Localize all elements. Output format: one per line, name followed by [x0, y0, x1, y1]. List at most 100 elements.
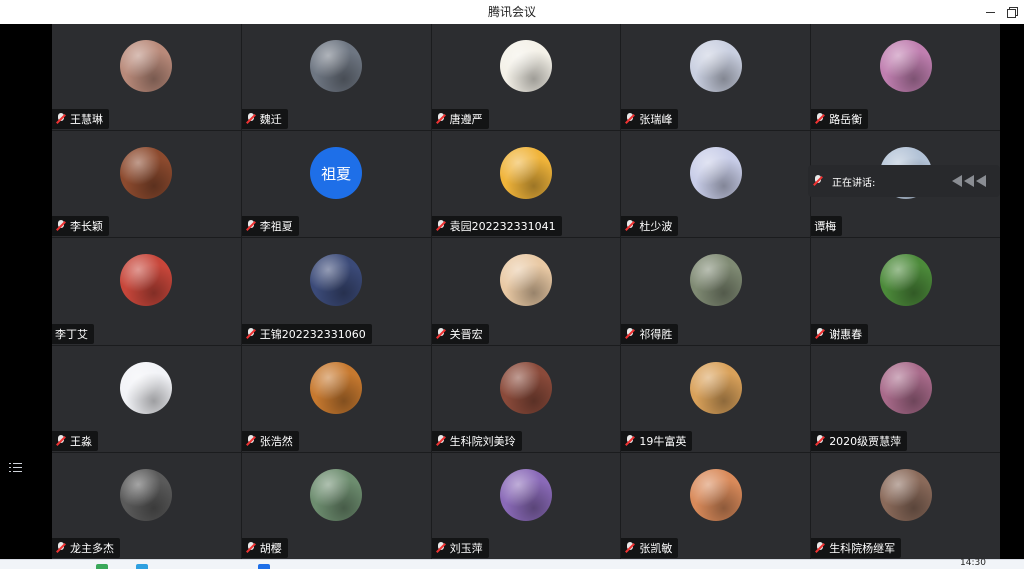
participant-tile[interactable]: 生科院杨继军 [811, 452, 1000, 559]
participant-name: 杜少波 [639, 220, 673, 234]
microphone-muted-icon [435, 112, 447, 126]
microphone-muted-icon [55, 434, 67, 448]
participant-name: 唐遵严 [449, 113, 483, 127]
participant-name: 2020级贾慧萍 [829, 434, 902, 448]
participant-avatar [310, 254, 363, 307]
participant-tile[interactable]: 路岳衡 [811, 24, 1000, 131]
participant-tile[interactable]: 胡樱 [241, 452, 431, 559]
participant-tile[interactable]: 2020级贾慧萍 [811, 345, 1000, 452]
taskbar-app-icon[interactable] [258, 564, 270, 569]
participant-avatar [499, 468, 552, 521]
participant-nametag: 魏迁 [241, 109, 288, 130]
participant-name: 张瑞峰 [639, 113, 673, 127]
participant-nametag: 王锦202232331060 [241, 323, 372, 344]
participant-tile[interactable]: 祖夏李祖夏 [241, 131, 431, 238]
participant-nametag: 张凯敏 [621, 537, 679, 558]
participant-nametag: 杜少波 [621, 216, 679, 237]
microphone-muted-icon [814, 112, 826, 126]
microphone-muted-icon [435, 219, 447, 233]
microphone-muted-icon [55, 112, 67, 126]
participant-name: 魏迁 [259, 113, 282, 127]
participant-name: 关晋宏 [449, 327, 483, 341]
participant-nametag: 胡樱 [241, 537, 288, 558]
participant-name: 刘玉萍 [449, 541, 483, 555]
participant-nametag: 谭梅 [811, 216, 843, 237]
microphone-muted-icon [245, 541, 257, 555]
participant-nametag: 王淼 [52, 430, 98, 451]
participant-tile[interactable]: 生科院刘美玲 [431, 345, 621, 452]
title-bar: 腾讯会议 [0, 0, 1024, 24]
taskbar-app-icon[interactable] [96, 564, 108, 569]
microphone-muted-icon [245, 434, 257, 448]
minimize-icon[interactable] [984, 5, 998, 19]
participant-nametag: 生科院杨继军 [811, 537, 902, 558]
participant-tile[interactable]: 王锦202232331060 [241, 238, 431, 345]
participant-avatar [689, 40, 742, 92]
participant-avatar [689, 361, 742, 414]
participant-avatar [310, 40, 363, 92]
participant-name: 李祖夏 [259, 220, 293, 234]
participant-nametag: 李丁艾 [52, 323, 94, 344]
participant-avatar [499, 254, 552, 307]
microphone-muted-icon [624, 327, 636, 341]
microphone-muted-icon [245, 327, 257, 341]
microphone-muted-icon [245, 112, 257, 126]
participant-tile[interactable]: 谢惠春 [811, 238, 1000, 345]
participant-tile[interactable]: 李长颖 [52, 131, 241, 238]
participant-avatar [310, 468, 363, 521]
participant-nametag: 唐遵严 [431, 109, 489, 130]
speaker-arrows-icon [952, 173, 994, 189]
restore-icon[interactable] [1006, 5, 1020, 19]
participant-nametag: 祁得胜 [621, 323, 679, 344]
window-title: 腾讯会议 [487, 5, 536, 19]
participant-nametag: 19牛富英 [621, 430, 693, 451]
participant-nametag: 张瑞峰 [621, 109, 679, 130]
participant-tile[interactable]: 唐遵严 [431, 24, 621, 131]
participant-avatar [879, 468, 932, 521]
participant-name: 龙主多杰 [70, 541, 114, 555]
participant-tile[interactable]: 龙主多杰 [52, 452, 241, 559]
left-sidebar [0, 24, 52, 559]
participant-tile[interactable]: 袁园202232331041 [431, 131, 621, 238]
participant-tile[interactable]: 王慧琳 [52, 24, 241, 131]
microphone-muted-icon [814, 541, 826, 555]
participant-avatar [879, 361, 932, 414]
participant-nametag: 2020级贾慧萍 [811, 430, 908, 451]
participant-avatar: 祖夏 [310, 147, 363, 200]
microphone-muted-icon [624, 541, 636, 555]
participant-tile[interactable]: 李丁艾 [52, 238, 241, 345]
participant-avatar [879, 254, 932, 307]
participant-avatar [120, 254, 173, 307]
microphone-muted-icon [814, 327, 826, 341]
participant-avatar [689, 254, 742, 307]
taskbar-app-icon[interactable] [136, 564, 148, 569]
microphone-muted-icon [814, 434, 826, 448]
participant-name: 王锦202232331060 [259, 327, 366, 341]
participant-tile[interactable]: 张凯敏 [621, 452, 811, 559]
participant-tile[interactable]: 魏迁 [241, 24, 431, 131]
participant-nametag: 谢惠春 [811, 323, 869, 344]
participant-name: 张浩然 [259, 434, 293, 448]
participant-tile[interactable]: 杜少波 [621, 131, 811, 238]
participant-avatar [689, 147, 742, 200]
participant-tile[interactable]: 祁得胜 [621, 238, 811, 345]
microphone-muted-icon [624, 434, 636, 448]
participant-tile[interactable]: 王淼 [52, 345, 241, 452]
member-list-icon[interactable] [9, 461, 23, 475]
participant-tile[interactable]: 19牛富英 [621, 345, 811, 452]
participant-avatar [310, 361, 363, 414]
microphone-muted-icon [812, 174, 824, 188]
microphone-muted-icon [624, 219, 636, 233]
participant-avatar [120, 361, 173, 414]
participant-name: 生科院杨继军 [829, 541, 896, 555]
participant-tile[interactable]: 刘玉萍 [431, 452, 621, 559]
participant-tile[interactable]: 关晋宏 [431, 238, 621, 345]
avatar-initials: 祖夏 [321, 164, 352, 183]
participant-tile[interactable]: 张瑞峰 [621, 24, 811, 131]
microphone-muted-icon [435, 327, 447, 341]
participant-tile[interactable]: 张浩然 [241, 345, 431, 452]
participant-name: 李丁艾 [55, 327, 88, 341]
participant-avatar [499, 361, 552, 414]
participant-name: 谭梅 [814, 220, 837, 234]
participant-avatar [499, 40, 552, 92]
